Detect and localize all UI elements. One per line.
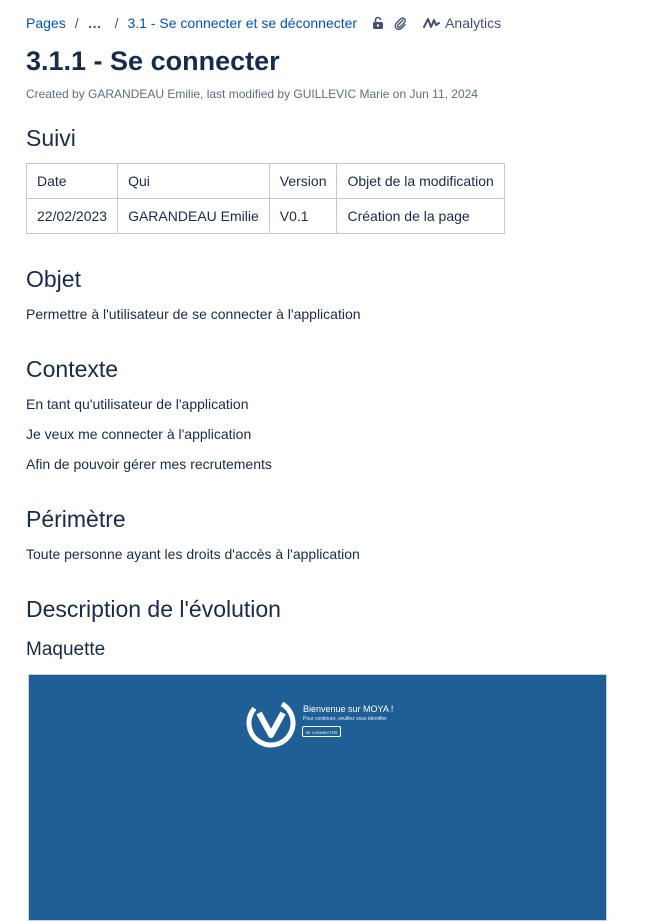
perimetre-text: Toute personne ayant les droits d'accès … xyxy=(26,546,360,562)
breadcrumb: Pages / … / 3.1 - Se connecter et se déc… xyxy=(26,15,501,31)
breadcrumb-pages-link[interactable]: Pages xyxy=(26,15,66,31)
page-title: 3.1.1 - Se connecter xyxy=(26,46,280,76)
mockup-login-button: SE CONNECTER xyxy=(302,726,341,737)
moya-logo-icon xyxy=(245,697,297,754)
breadcrumb-separator: / xyxy=(114,15,119,31)
table-row: 22/02/2023 GARANDEAU Emilie V0.1 Créatio… xyxy=(25,198,505,234)
contexte-line: Afin de pouvoir gérer mes recrutements xyxy=(26,456,272,472)
heading-objet: Objet xyxy=(26,266,81,292)
analytics-button[interactable]: Analytics xyxy=(423,15,501,31)
page-byline: Created by GARANDEAU Emilie, last modifi… xyxy=(26,87,478,101)
heading-description: Description de l'évolution xyxy=(26,596,281,622)
page-status-icons: Analytics xyxy=(371,15,501,31)
objet-text: Permettre à l'utilisateur de se connecte… xyxy=(26,306,361,322)
contexte-line: En tant qu'utilisateur de l'application xyxy=(26,396,249,412)
contexte-line: Je veux me connecter à l'application xyxy=(26,426,252,442)
suivi-table: Date Qui Version Objet de la modificatio… xyxy=(25,163,505,234)
analytics-label: Analytics xyxy=(445,15,502,31)
heading-perimetre: Périmètre xyxy=(26,506,126,532)
breadcrumb-separator: / xyxy=(74,15,79,31)
table-cell: 22/02/2023 xyxy=(25,198,119,234)
table-cell: Création de la page xyxy=(336,198,505,234)
mockup-subtitle-text: Pour continuer, veuillez vous identifier xyxy=(303,716,387,722)
table-header-cell: Qui xyxy=(117,163,270,199)
breadcrumb-ellipsis-button[interactable]: … xyxy=(88,15,102,31)
heading-maquette: Maquette xyxy=(26,639,106,660)
analytics-icon xyxy=(423,16,441,30)
table-header-row: Date Qui Version Objet de la modificatio… xyxy=(25,163,505,199)
mockup-welcome-text: Bienvenue sur MOYA ! xyxy=(303,704,394,714)
heading-contexte: Contexte xyxy=(26,356,119,382)
breadcrumb-parent-link[interactable]: 3.1 - Se connecter et se déconnecter xyxy=(127,15,357,31)
unlock-icon[interactable] xyxy=(371,16,385,30)
table-cell: V0.1 xyxy=(268,198,338,234)
heading-suivi: Suivi xyxy=(26,125,76,151)
attachment-icon[interactable] xyxy=(393,16,407,30)
table-header-cell: Date xyxy=(25,163,119,199)
maquette-image[interactable]: Bienvenue sur MOYA ! Pour continuer, veu… xyxy=(28,674,607,921)
table-cell: GARANDEAU Emilie xyxy=(117,198,270,234)
table-header-cell: Objet de la modification xyxy=(336,163,505,199)
table-header-cell: Version xyxy=(268,163,338,199)
